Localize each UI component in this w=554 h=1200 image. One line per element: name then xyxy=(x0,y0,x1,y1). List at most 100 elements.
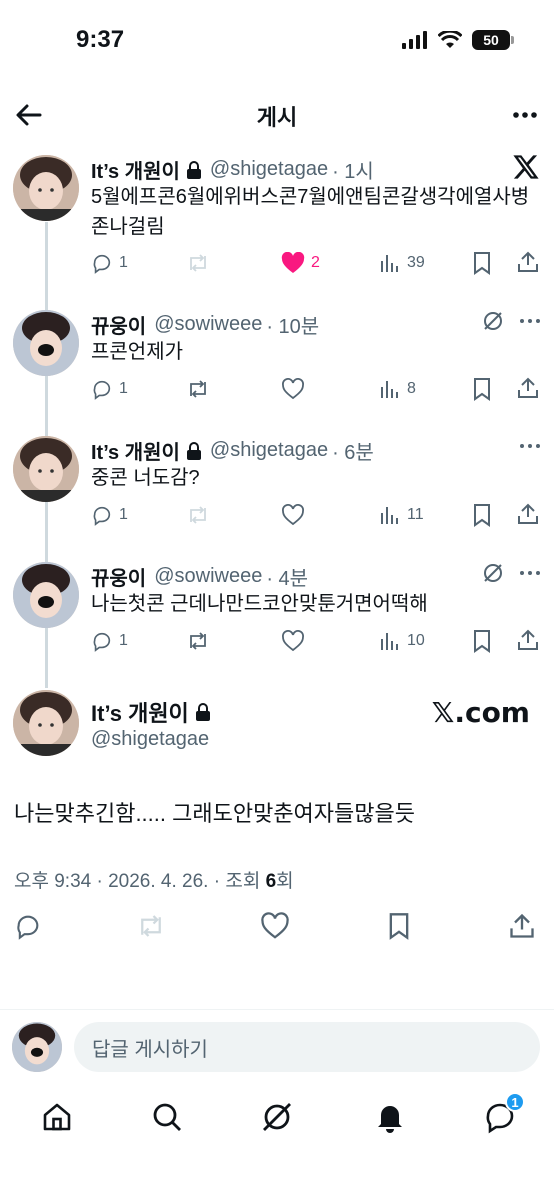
tweet-top-actions xyxy=(482,562,542,584)
display-name[interactable]: 뀨웅이 xyxy=(91,562,146,591)
home-icon[interactable] xyxy=(40,1100,74,1134)
retweet-icon-disabled xyxy=(190,506,206,524)
more-icon[interactable] xyxy=(518,563,542,583)
retweet-button[interactable] xyxy=(186,374,210,404)
views-button[interactable]: 10 xyxy=(379,626,425,656)
tweet-top-actions xyxy=(482,310,542,332)
view-count: 11 xyxy=(407,506,424,523)
share-icon[interactable] xyxy=(516,502,540,526)
thread-tweet[interactable]: It’s 개원이 @shigetagae · 1시 5월에프콘6월에위버스콘7월… xyxy=(0,155,554,280)
retweet-button xyxy=(186,500,210,530)
display-name[interactable]: 뀨웅이 xyxy=(91,310,146,339)
views-button[interactable]: 8 xyxy=(379,374,416,404)
user-handle[interactable]: @shigetagae xyxy=(210,158,328,181)
thread-tweet[interactable]: It’s 개원이 @shigetagae · 6분 중콘 너도감? 1 11 xyxy=(0,436,554,546)
thread-tweet[interactable]: 뀨웅이 @sowiweee · 4분 나는첫콘 근데나만드코안맞툰거면어떡해 1… xyxy=(0,562,554,672)
more-icon[interactable] xyxy=(518,311,542,331)
reply-button[interactable]: 1 xyxy=(91,248,128,278)
tweet-text: 프콘언제가 xyxy=(91,341,183,363)
tweet-time: · 1시 xyxy=(332,161,374,183)
tweet-actions: 1 2 39 xyxy=(91,248,541,278)
like-button[interactable] xyxy=(281,626,305,656)
more-options-icon[interactable] xyxy=(510,100,540,130)
bookmark-icon[interactable] xyxy=(386,912,412,940)
avatar-image xyxy=(12,1022,62,1072)
grok-icon[interactable] xyxy=(260,1100,294,1134)
x-com-logo: 𝕏.com xyxy=(431,696,530,729)
thread-tweet[interactable]: 뀨웅이 @sowiweee · 10분 프콘언제가 1 8 xyxy=(0,310,554,420)
views-icon xyxy=(381,633,398,650)
reply-button[interactable]: 1 xyxy=(91,626,128,656)
more-icon[interactable] xyxy=(518,436,542,456)
display-name[interactable]: It’s 개원이 xyxy=(91,436,180,465)
retweet-icon xyxy=(190,380,206,398)
bookmark-icon[interactable] xyxy=(471,503,493,527)
grok-icon[interactable] xyxy=(482,310,504,332)
bottom-tab-bar: 1 xyxy=(0,1090,554,1150)
avatar[interactable] xyxy=(13,690,79,756)
bookmark-icon[interactable] xyxy=(471,377,493,401)
views-icon xyxy=(381,507,398,524)
reply-icon xyxy=(93,254,111,274)
reply-button[interactable]: 1 xyxy=(91,374,128,404)
signal-icon xyxy=(402,31,427,49)
avatar[interactable] xyxy=(13,310,79,376)
top-nav: 게시 xyxy=(0,90,554,140)
like-button[interactable] xyxy=(281,374,305,404)
view-count[interactable]: 6 xyxy=(266,871,277,892)
user-handle[interactable]: @sowiweee xyxy=(154,313,262,336)
views-icon xyxy=(381,255,398,272)
tweet-time: · 4분 xyxy=(266,568,309,590)
tweet-time: · 6분 xyxy=(332,442,374,464)
main-tweet-text: 나는맞추긴함..... 그래도안맞춘여자들많을듯 xyxy=(14,801,415,826)
share-icon[interactable] xyxy=(516,376,540,400)
tweet-actions: 1 8 xyxy=(91,374,541,404)
avatar-image xyxy=(13,155,79,221)
user-handle[interactable]: @shigetagae xyxy=(91,728,209,751)
like-button[interactable]: 2 xyxy=(281,248,320,278)
tweet-time: · 10분 xyxy=(266,316,320,338)
grok-icon[interactable] xyxy=(482,562,504,584)
view-count: 39 xyxy=(407,254,425,271)
reply-icon xyxy=(93,506,111,526)
view-count: 8 xyxy=(407,380,416,397)
avatar[interactable] xyxy=(13,155,79,221)
tweet-meta: 오후 9:34 · 2026. 4. 26. · 조회 6회 xyxy=(14,866,294,893)
notifications-bell-icon[interactable] xyxy=(373,1100,407,1134)
avatar[interactable] xyxy=(13,562,79,628)
like-button[interactable] xyxy=(281,500,305,530)
views-button[interactable]: 11 xyxy=(379,500,424,530)
tweet-header: 뀨웅이 @sowiweee · 4분 xyxy=(91,562,308,591)
display-name[interactable]: It’s 개원이 xyxy=(91,155,180,184)
like-count: 2 xyxy=(311,254,320,271)
tweet-header: 뀨웅이 @sowiweee · 10분 xyxy=(91,310,319,339)
avatar-image xyxy=(13,310,79,376)
user-handle[interactable]: @sowiweee xyxy=(154,565,262,588)
tweet-actions: 1 11 xyxy=(91,500,541,530)
search-icon[interactable] xyxy=(150,1100,184,1134)
share-icon[interactable] xyxy=(516,250,540,274)
share-icon[interactable] xyxy=(516,628,540,652)
reply-icon xyxy=(93,632,111,652)
retweet-button[interactable] xyxy=(186,626,210,656)
user-handle[interactable]: @shigetagae xyxy=(210,439,328,462)
heart-icon[interactable] xyxy=(260,912,290,940)
view-count: 10 xyxy=(407,632,425,649)
reply-count: 1 xyxy=(119,254,128,271)
bookmark-icon[interactable] xyxy=(471,629,493,653)
heart-icon xyxy=(282,630,304,652)
tweet-top-actions xyxy=(518,436,542,456)
views-button[interactable]: 39 xyxy=(379,248,425,278)
reply-icon[interactable] xyxy=(14,912,42,940)
main-tweet: It’s 개원이 @shigetagae 𝕏.com 나는맞추긴함..... 그… xyxy=(0,690,554,990)
messages-tab[interactable]: 1 xyxy=(483,1092,525,1134)
avatar-image xyxy=(13,690,79,756)
display-name[interactable]: It’s 개원이 xyxy=(91,696,189,728)
reply-button[interactable]: 1 xyxy=(91,500,128,530)
share-icon[interactable] xyxy=(508,912,536,940)
bookmark-icon[interactable] xyxy=(471,251,493,275)
avatar[interactable] xyxy=(13,436,79,502)
reply-input[interactable]: 답글 게시하기 xyxy=(74,1022,540,1072)
avatar-image xyxy=(13,436,79,502)
my-avatar[interactable] xyxy=(12,1022,62,1072)
